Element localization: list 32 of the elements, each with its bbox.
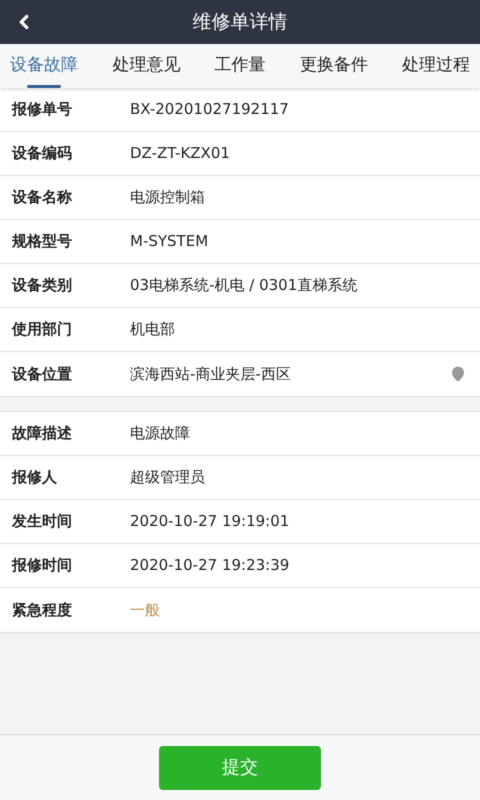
tab[interactable]: 工作量 (212, 44, 268, 88)
field-label: 设备位置 (12, 364, 73, 385)
field-value: 超级管理员 (130, 467, 206, 488)
field-label: 报修人 (12, 467, 58, 488)
field-value: 一般 (130, 600, 161, 621)
field-value: BX-20201027192117 (130, 99, 290, 120)
field-label: 设备名称 (12, 187, 73, 208)
tab[interactable]: 处理过程 (400, 44, 472, 88)
field-value: 机电部 (130, 319, 176, 340)
field-value: 2020-10-27 19:23:39 (130, 555, 290, 576)
field-value: 03电梯系统-机电 / 0301直梯系统 (130, 275, 358, 296)
field-label: 故障描述 (12, 423, 73, 444)
field-label: 设备类别 (12, 275, 73, 296)
field-label: 使用部门 (12, 319, 73, 340)
tab[interactable]: 设备故障 (8, 44, 80, 88)
field-value: 电源故障 (130, 423, 191, 444)
field-label: 报修时间 (12, 555, 73, 576)
field-value: 电源控制箱 (130, 187, 206, 208)
field-label: 发生时间 (12, 511, 73, 532)
tab[interactable]: 处理意见 (110, 44, 182, 88)
page-title: 维修单详情 (192, 10, 288, 35)
field-label: 设备编码 (12, 143, 73, 164)
field-label: 报修单号 (12, 99, 73, 120)
location-pin-icon[interactable] (450, 366, 466, 382)
tab[interactable]: 更换备件 (298, 44, 370, 88)
field-value: M-SYSTEM (130, 231, 210, 252)
field-label: 规格型号 (12, 231, 73, 252)
field-value: 2020-10-27 19:19:01 (130, 511, 290, 532)
field-value: 滨海西站-商业夹层-西区 (130, 364, 292, 385)
tab-indicator (27, 85, 61, 88)
field-label: 紧急程度 (12, 600, 73, 621)
field-value: DZ-ZT-KZX01 (130, 143, 231, 164)
